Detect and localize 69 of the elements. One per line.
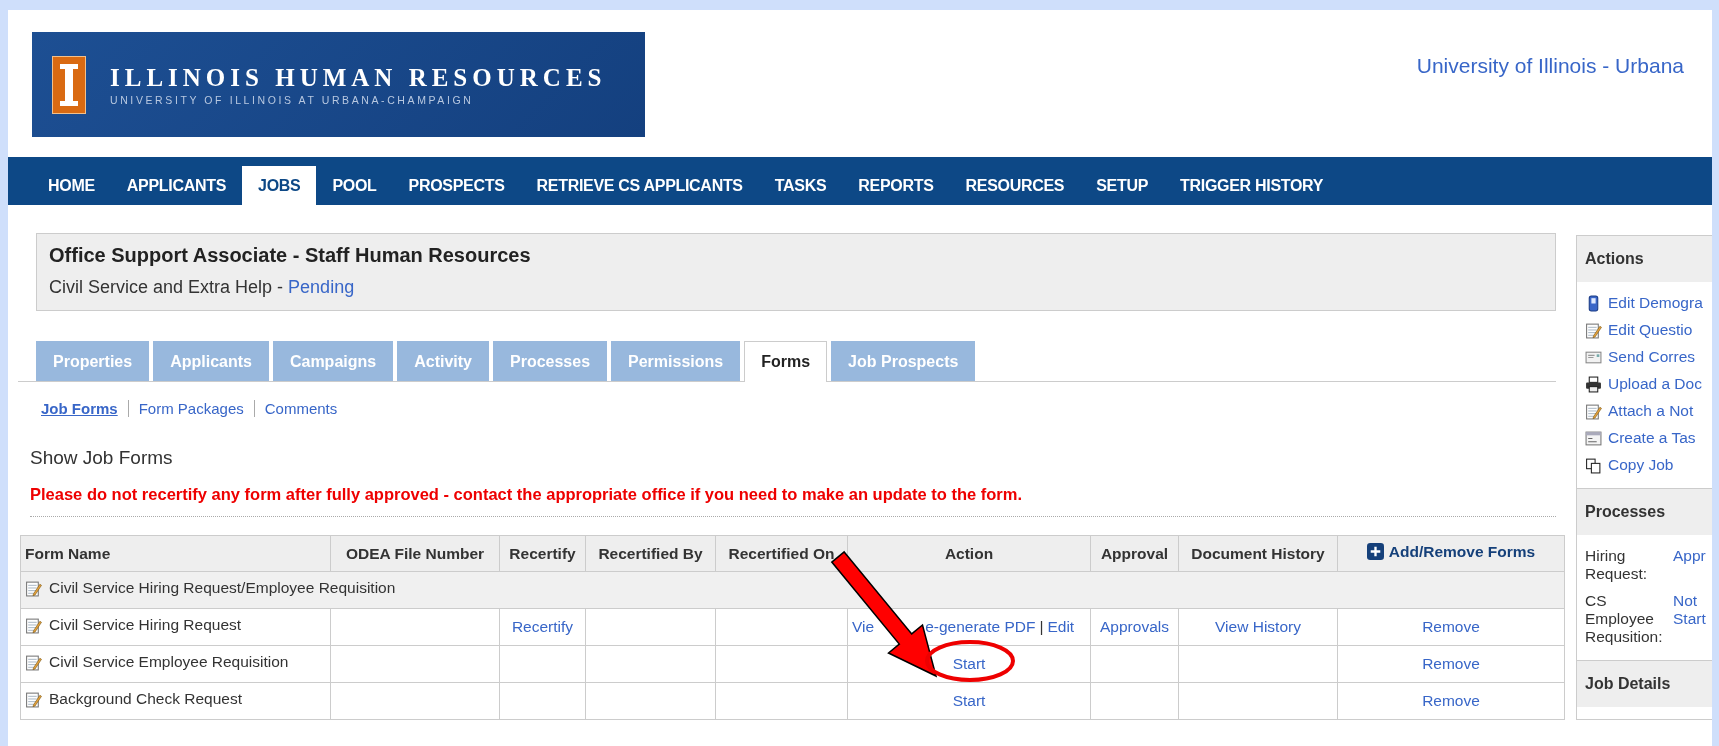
- job-category: Civil Service and Extra Help -: [49, 277, 284, 298]
- notepad-pencil-icon: [25, 690, 42, 708]
- remove-link[interactable]: Remove: [1422, 618, 1480, 635]
- sidebar-heading: Processes: [1577, 488, 1712, 535]
- remove-link[interactable]: Remove: [1422, 692, 1480, 709]
- nav-item[interactable]: HOME: [32, 166, 111, 205]
- tab[interactable]: Forms: [744, 341, 828, 382]
- action-link[interactable]: e-generate PDF: [925, 618, 1036, 635]
- form-name: Civil Service Employee Requisition: [49, 653, 289, 672]
- sidebar-action-link[interactable]: Send Corres: [1585, 348, 1706, 366]
- logo-title: ILLINOIS HUMAN RESOURCES: [110, 63, 607, 92]
- window-icon: [1585, 429, 1602, 447]
- sidebar-action-link[interactable]: Create a Tas: [1585, 429, 1706, 447]
- column-header: Document History: [1178, 535, 1338, 572]
- action-link[interactable]: Vie: [852, 618, 875, 635]
- sidebar-action-link[interactable]: Edit Demogra: [1585, 294, 1706, 312]
- status-link[interactable]: Pending: [288, 277, 355, 298]
- nav-item[interactable]: APPLICANTS: [110, 166, 243, 205]
- notepad-pencil-icon: [1585, 402, 1602, 420]
- job-title: Office Support Associate - Staff Human Resources: [49, 244, 532, 267]
- form-name: Background Check Request: [49, 690, 242, 709]
- subnav-link[interactable]: Form Packages: [127, 400, 254, 417]
- plus-icon: [1366, 543, 1384, 561]
- printer-icon: [1585, 375, 1602, 393]
- nav-item[interactable]: PROSPECTS: [392, 166, 521, 205]
- copy-icon: [1585, 456, 1602, 474]
- column-header: Recertified By: [585, 535, 716, 572]
- sidebar-heading: Actions: [1577, 236, 1712, 282]
- nav-item[interactable]: POOL: [316, 166, 393, 205]
- nav-item[interactable]: RETRIEVE CS APPLICANTS: [520, 166, 759, 205]
- nav-item[interactable]: SETUP: [1080, 166, 1165, 205]
- action-link[interactable]: Edit: [1047, 618, 1075, 635]
- notepad-pencil-icon: [25, 579, 42, 597]
- column-header: Recertified On: [715, 535, 848, 572]
- nav-item[interactable]: RESOURCES: [949, 166, 1081, 205]
- sidebar-action-link[interactable]: Edit Questio: [1585, 321, 1706, 339]
- column-header: Action: [847, 535, 1091, 572]
- process-label: CS Employee Requsition:: [1585, 592, 1664, 646]
- separator: |: [1039, 618, 1044, 635]
- nav-item[interactable]: TASKS: [758, 166, 843, 205]
- sidebar-action-link[interactable]: Copy Job: [1585, 456, 1706, 474]
- sidebar-action-link[interactable]: Upload a Doc: [1585, 375, 1706, 393]
- logo-subtitle: UNIVERSITY OF ILLINOIS AT URBANA-CHAMPAIGN: [110, 93, 475, 106]
- pillar-icon: [52, 55, 86, 114]
- notepad-pencil-icon: [25, 653, 42, 671]
- nav-item[interactable]: REPORTS: [842, 166, 950, 205]
- section-title: Show Job Forms: [30, 447, 174, 469]
- column-header: Form Name: [20, 535, 331, 572]
- subnav-link[interactable]: Comments: [253, 400, 348, 417]
- form-name: Civil Service Hiring Request: [49, 616, 242, 635]
- campus-link[interactable]: University of Illinois - Urbana: [1416, 54, 1684, 78]
- nav-item[interactable]: TRIGGER HISTORY: [1164, 166, 1340, 205]
- remove-link[interactable]: Remove: [1422, 655, 1480, 672]
- sidebar-action-link[interactable]: Attach a Not: [1585, 402, 1706, 420]
- group-name: Civil Service Hiring Request/Employee Requisition: [49, 579, 396, 598]
- column-header: Approval: [1090, 535, 1179, 572]
- subnav-link[interactable]: Job Forms: [41, 400, 128, 417]
- column-header: Recertify: [499, 535, 586, 572]
- nav-item[interactable]: JOBS: [242, 166, 317, 205]
- sidebar-heading: Job Details: [1577, 660, 1712, 707]
- process-status-link[interactable]: Not Start: [1673, 592, 1706, 646]
- column-header: ODEA File Number: [330, 535, 500, 572]
- warning-message: Please do not recertify any form after fully approved - contact the appropriate office if you need to make an update to the form.: [30, 485, 1023, 504]
- process-status-link[interactable]: Appr: [1673, 547, 1706, 583]
- notepad-pencil-icon: [1585, 321, 1602, 339]
- action-link[interactable]: Start: [952, 692, 986, 709]
- notepad-pencil-icon: [25, 616, 42, 634]
- action-link[interactable]: Start: [952, 655, 986, 672]
- process-label: Hiring Request:: [1585, 547, 1649, 583]
